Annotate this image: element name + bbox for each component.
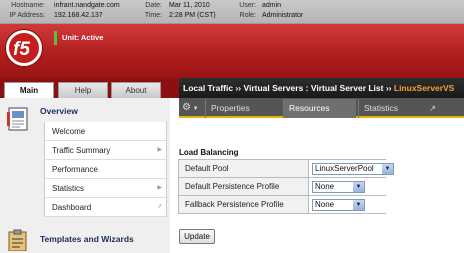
chevron-down-icon: ▼ xyxy=(353,200,364,210)
tab-statistics-label: Statistics xyxy=(364,103,399,113)
sidebar-item-label: Dashboard xyxy=(52,203,92,212)
unit-status: Unit: Active xyxy=(54,31,103,45)
section-title: Load Balancing xyxy=(179,148,239,157)
breadcrumb-separator: ›› xyxy=(383,83,394,93)
tab-properties[interactable]: Properties xyxy=(205,99,283,118)
f5-admin-window: Hostname: infrant.nandgate.com IP Addres… xyxy=(0,0,464,253)
table-row: Default Persistence Profile None ▼ xyxy=(178,178,386,196)
time-value: 2:28 PM (CST) xyxy=(169,12,216,19)
chevron-down-icon: ▼ xyxy=(353,182,364,192)
hostname-value: infrant.nandgate.com xyxy=(54,2,120,9)
hostname-label: Hostname: xyxy=(11,2,45,9)
fallback-persistence-select[interactable]: None ▼ xyxy=(312,199,365,211)
tab-statistics[interactable]: Statistics ↗ xyxy=(358,99,440,118)
default-pool-value: LinuxServerPool xyxy=(315,164,374,173)
breadcrumb-separator: ›› xyxy=(233,83,244,93)
gear-icon: ⚙ xyxy=(182,102,191,113)
popout-icon: ↗ xyxy=(429,104,436,113)
sidebar-item-traffic-summary[interactable]: Traffic Summary ▶ xyxy=(45,141,166,160)
chevron-down-icon: ▼ xyxy=(190,106,199,112)
table-row: Default Pool LinuxServerPool ▼ xyxy=(178,160,394,178)
sidebar-item-label: Traffic Summary xyxy=(52,146,111,155)
default-persistence-label: Default Persistence Profile xyxy=(178,178,309,195)
default-persistence-select[interactable]: None ▼ xyxy=(312,181,365,193)
overview-icon xyxy=(6,106,32,132)
sidebar-item-label: Performance xyxy=(52,165,98,174)
breadcrumb-local-traffic[interactable]: Local Traffic xyxy=(183,83,233,93)
default-pool-select[interactable]: LinuxServerPool ▼ xyxy=(312,163,394,175)
gear-menu[interactable]: ⚙ ▼ xyxy=(182,100,202,116)
sidebar-item-dashboard[interactable]: Dashboard ↗ xyxy=(45,198,166,217)
tab-resources[interactable]: Resources xyxy=(283,99,356,118)
overview-title: Overview xyxy=(40,106,78,116)
fallback-persistence-label: Fallback Persistence Profile xyxy=(178,196,309,213)
role-label: Role: xyxy=(239,12,256,19)
fallback-persistence-value: None xyxy=(315,200,335,209)
tab-help[interactable]: Help xyxy=(58,82,108,98)
sidebar-item-label: Statistics xyxy=(52,184,85,193)
role-value: Administrator xyxy=(262,12,304,19)
overview-menu: Welcome Traffic Summary ▶ Performance Sta… xyxy=(44,122,167,217)
chevron-down-icon: ▼ xyxy=(382,164,393,174)
sidebar-item-welcome[interactable]: Welcome xyxy=(45,122,166,141)
sidebar-item-label: Welcome xyxy=(52,127,86,136)
user-value: admin xyxy=(262,2,282,9)
date-label: Date: xyxy=(145,2,162,9)
tab-about[interactable]: About xyxy=(111,82,161,98)
system-info-bar: Hostname: infrant.nandgate.com IP Addres… xyxy=(0,0,464,24)
chevron-right-icon: ▶ xyxy=(157,147,162,153)
sidebar-item-statistics[interactable]: Statistics ▶ xyxy=(45,179,166,198)
date-value: Mar 11, 2010 xyxy=(169,2,210,9)
breadcrumb-current: LinuxServerVS xyxy=(393,83,455,93)
popout-icon: ↗ xyxy=(156,204,162,210)
f5-logo-icon: f5 xyxy=(6,30,42,66)
default-persistence-value: None xyxy=(315,182,335,191)
tab-main[interactable]: Main xyxy=(4,82,54,98)
load-balancing-table: Default Pool LinuxServerPool ▼ Default P… xyxy=(178,159,394,214)
ip-value: 192.168.42.137 xyxy=(54,12,103,19)
chevron-right-icon: ▶ xyxy=(157,185,162,191)
user-label: User: xyxy=(239,2,256,9)
breadcrumb-virtual-servers[interactable]: Virtual Servers : Virtual Server List xyxy=(243,83,383,93)
update-button[interactable]: Update xyxy=(179,229,215,244)
svg-text:f5: f5 xyxy=(13,39,30,59)
time-label: Time: xyxy=(144,12,162,19)
ip-label: IP Address: xyxy=(9,12,45,19)
table-row: Fallback Persistence Profile None ▼ xyxy=(178,196,386,214)
clipboard-icon xyxy=(6,229,30,252)
default-pool-label: Default Pool xyxy=(178,160,309,177)
templates-wizards-title[interactable]: Templates and Wizards xyxy=(40,234,134,244)
sidebar-item-performance[interactable]: Performance xyxy=(45,160,166,179)
breadcrumb: Local Traffic ›› Virtual Servers : Virtu… xyxy=(179,78,464,98)
